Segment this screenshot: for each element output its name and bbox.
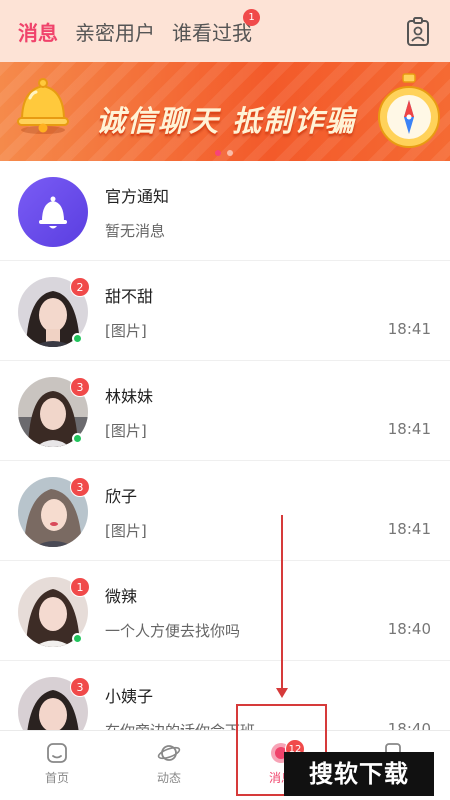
tab-unread-badge: 1 bbox=[243, 8, 260, 26]
unread-badge: 2 bbox=[70, 277, 90, 297]
conversation-name: 官方通知 bbox=[105, 187, 170, 206]
online-indicator bbox=[72, 433, 83, 444]
watermark: 搜软下载 bbox=[284, 752, 434, 796]
annotation-arrow bbox=[281, 515, 283, 690]
bell-decoration-icon bbox=[17, 78, 69, 134]
conversation-time: 18:40 bbox=[387, 620, 431, 638]
online-indicator bbox=[72, 633, 83, 644]
official-avatar bbox=[18, 177, 88, 247]
unread-badge: 3 bbox=[70, 477, 90, 497]
pagination-dot-active bbox=[215, 150, 221, 156]
top-tab-bar: 消息 亲密用户 谁看过我 1 bbox=[0, 0, 450, 62]
tab-intimate-users[interactable]: 亲密用户 bbox=[75, 17, 155, 46]
nav-feed[interactable]: 动态 bbox=[139, 741, 199, 786]
tab-who-viewed-me-label: 谁看过我 bbox=[172, 20, 252, 45]
annotation-arrow-head bbox=[276, 688, 288, 698]
conversation-name: 甜不甜 bbox=[105, 287, 154, 306]
nav-home-label: 首页 bbox=[44, 771, 69, 785]
banner-pagination bbox=[215, 150, 233, 156]
unread-badge: 3 bbox=[70, 377, 90, 397]
conversation-name: 欣子 bbox=[105, 487, 138, 506]
tab-who-viewed-me[interactable]: 谁看过我 1 bbox=[172, 8, 260, 46]
conversation-preview: [图片] bbox=[105, 422, 147, 440]
conversation-time: 18:41 bbox=[387, 420, 431, 438]
conversation-preview: 一个人方便去找你吗 bbox=[105, 622, 241, 640]
conversation-list: 官方通知 暂无消息 2 甜不甜 [图片] 18:41 3 林妹妹 [图片] 18… bbox=[0, 161, 450, 761]
tab-messages[interactable]: 消息 bbox=[18, 17, 58, 46]
conversation-name: 林妹妹 bbox=[105, 387, 154, 406]
nav-feed-label: 动态 bbox=[156, 771, 181, 785]
conversation-row[interactable]: 3 林妹妹 [图片] 18:41 bbox=[0, 361, 450, 461]
conversation-name: 微辣 bbox=[105, 587, 138, 606]
planet-icon bbox=[157, 745, 181, 761]
banner-slogan: 诚信聊天 抵制诈骗 bbox=[96, 104, 357, 138]
contact-card-icon[interactable] bbox=[406, 17, 430, 47]
nav-home[interactable]: 首页 bbox=[27, 741, 87, 786]
conversation-name: 小姨子 bbox=[105, 687, 154, 706]
online-indicator bbox=[72, 333, 83, 344]
promo-banner[interactable]: 诚信聊天 抵制诈骗 bbox=[0, 62, 450, 161]
stopwatch-compass-icon bbox=[378, 73, 440, 148]
conversation-row[interactable]: 3 欣子 [图片] 18:41 bbox=[0, 461, 450, 561]
conversation-row[interactable]: 1 微辣 一个人方便去找你吗 18:40 bbox=[0, 561, 450, 661]
conversation-time: 18:41 bbox=[387, 520, 431, 538]
conversation-time: 18:41 bbox=[387, 320, 431, 338]
conversation-row-official[interactable]: 官方通知 暂无消息 bbox=[0, 161, 450, 261]
conversation-preview: [图片] bbox=[105, 522, 147, 540]
unread-badge: 1 bbox=[70, 577, 90, 597]
pagination-dot bbox=[227, 150, 233, 156]
home-icon bbox=[47, 743, 67, 763]
bell-icon bbox=[39, 196, 67, 229]
unread-badge: 3 bbox=[70, 677, 90, 697]
conversation-preview: 暂无消息 bbox=[105, 222, 166, 240]
conversation-row[interactable]: 2 甜不甜 [图片] 18:41 bbox=[0, 261, 450, 361]
conversation-preview: [图片] bbox=[105, 322, 147, 340]
